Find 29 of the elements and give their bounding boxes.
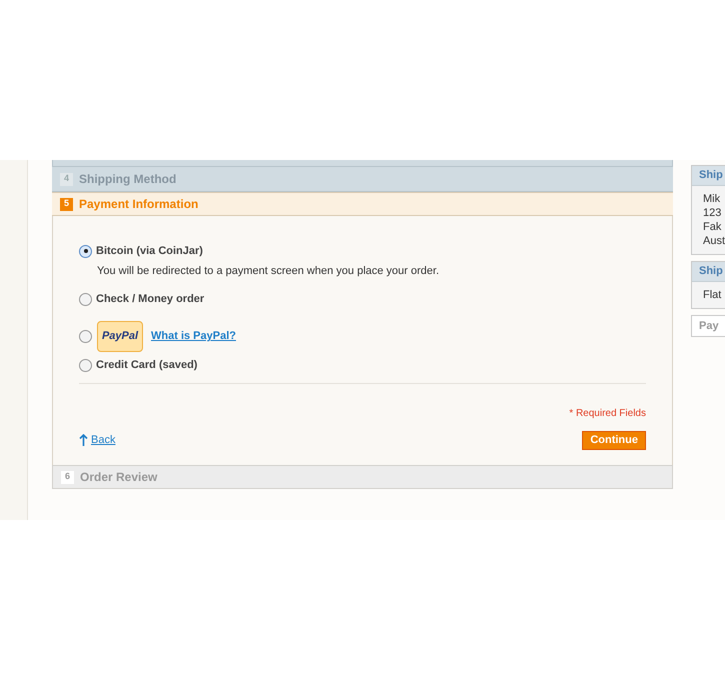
step-title: Shipping Method bbox=[79, 171, 176, 188]
paypal-logo: PayPal bbox=[97, 321, 143, 352]
payment-option-label[interactable]: Check / Money order bbox=[96, 291, 204, 308]
step-title: Order Review bbox=[80, 469, 158, 486]
sidebar-text: Mik bbox=[703, 192, 722, 206]
payment-option-label[interactable]: Bitcoin (via CoinJar) bbox=[96, 242, 203, 260]
sidebar-box-title: Pay bbox=[699, 318, 719, 334]
step-title: Payment Information bbox=[79, 196, 198, 213]
sidebar-box-title: Ship bbox=[699, 264, 723, 280]
radio-button[interactable] bbox=[79, 359, 92, 372]
step-number: 4 bbox=[60, 172, 73, 186]
radio-button[interactable] bbox=[79, 244, 92, 258]
sidebar-text: Aust bbox=[703, 234, 725, 248]
step-number: 5 bbox=[60, 198, 73, 210]
sidebar-text: Fak bbox=[703, 220, 722, 234]
radio-button[interactable] bbox=[79, 330, 92, 343]
step-header[interactable]: 4 Shipping Method bbox=[52, 167, 673, 192]
sidebar-box-title: Ship bbox=[699, 168, 723, 184]
required-fields-note: * Required Fields bbox=[569, 406, 646, 420]
sidebar-text: Flat bbox=[703, 288, 722, 302]
radio-button[interactable] bbox=[79, 293, 92, 306]
sidebar-text: 123 bbox=[703, 206, 722, 220]
continue-button[interactable]: Continue bbox=[582, 430, 646, 450]
back-link[interactable]: Back bbox=[91, 432, 116, 448]
step-number: 6 bbox=[61, 470, 74, 484]
payment-option-description: You will be redirected to a payment screen when you place your order. bbox=[97, 264, 440, 279]
what-is-paypal-link[interactable]: What is PayPal? bbox=[151, 328, 236, 345]
up-arrow-icon bbox=[79, 434, 88, 446]
payment-option-label[interactable]: Credit Card (saved) bbox=[96, 357, 198, 374]
